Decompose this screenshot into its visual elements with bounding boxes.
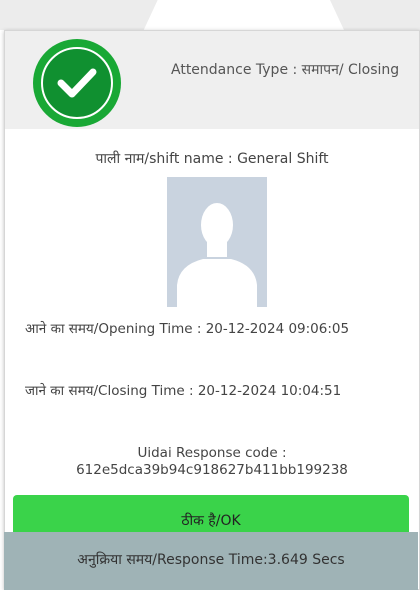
response-time-bar: अनुक्रिया समय/Response Time:3.649 Secs <box>4 532 418 590</box>
uidai-response: Uidai Response code : 612e5dca39b94c9186… <box>5 445 419 479</box>
uidai-label: Uidai Response code : <box>137 445 287 461</box>
shift-name-text: पाली नाम/shift name : General Shift <box>95 151 329 167</box>
response-time-text: अनुक्रिया समय/Response Time:3.649 Secs <box>77 552 345 568</box>
uidai-code: 612e5dca39b94c918627b411bb199238 <box>76 462 348 478</box>
check-circle-icon <box>33 39 121 127</box>
attendance-dialog: Attendance Type : समापन/ Closing पाली ना… <box>4 30 420 590</box>
closing-time-text: जाने का समय/Closing Time : 20-12-2024 10… <box>25 383 342 399</box>
background-decoration-right <box>316 0 420 30</box>
opening-time-text: आने का समय/Opening Time : 20-12-2024 09:… <box>25 321 350 337</box>
user-placeholder-icon <box>167 177 267 307</box>
dialog-header: Attendance Type : समापन/ Closing <box>5 31 419 129</box>
attendance-type-text: Attendance Type : समापन/ Closing <box>171 62 400 78</box>
checkmark-icon <box>57 68 97 98</box>
background-decoration <box>0 0 177 30</box>
